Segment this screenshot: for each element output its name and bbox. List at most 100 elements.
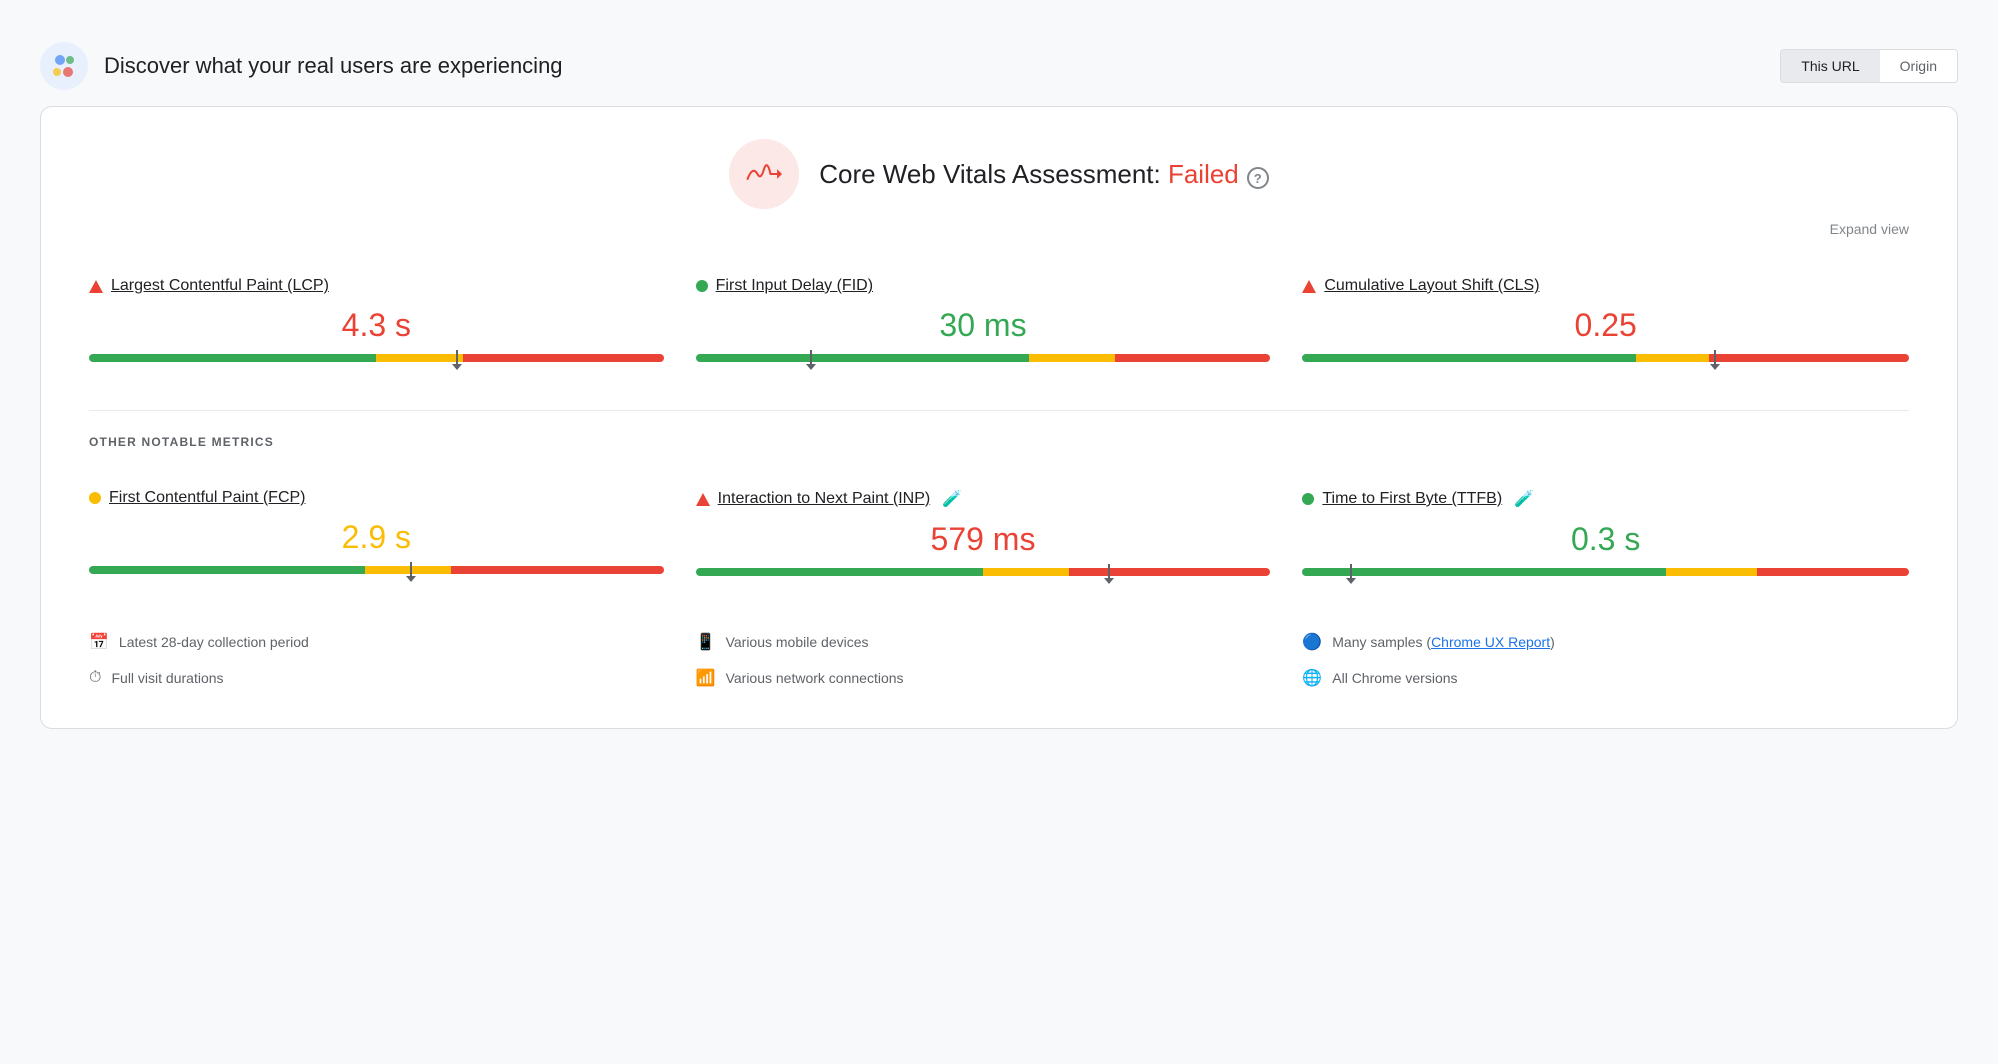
gauge-marker (456, 350, 458, 366)
metric-value-fcp: 2.9 s (89, 519, 664, 556)
gauge-marker (810, 350, 812, 366)
footer-text-1: Various mobile devices (726, 634, 869, 650)
metric-value-ttfb: 0.3 s (1302, 521, 1909, 558)
footer-item-5: 🌐 All Chrome versions (1302, 664, 1909, 692)
flask-icon: 🧪 (942, 489, 962, 509)
header: Discover what your real users are experi… (40, 30, 1958, 106)
gauge-segment (1666, 568, 1757, 576)
footer-text-2: Many samples (Chrome UX Report) (1332, 634, 1555, 650)
metric-item-cls: Cumulative Layout Shift (CLS) 0.25 (1302, 261, 1909, 382)
gauge-bar (1302, 354, 1909, 362)
core-metrics-row: Largest Contentful Paint (LCP) 4.3 s Fir… (89, 261, 1909, 382)
metric-label-inp: Interaction to Next Paint (INP) 🧪 (696, 489, 1271, 509)
gauge-segment (1029, 354, 1115, 362)
header-left: Discover what your real users are experi… (40, 42, 563, 90)
gauge-bar (696, 568, 1271, 576)
gauge-segment (1757, 568, 1909, 576)
gauge-marker (410, 562, 412, 578)
metric-label-text-lcp[interactable]: Largest Contentful Paint (LCP) (111, 277, 329, 295)
page-title: Discover what your real users are experi… (104, 53, 563, 79)
footer-text-4: Various network connections (726, 670, 904, 686)
footer-icon-5: 🌐 (1302, 668, 1322, 688)
assessment-status: Failed (1168, 159, 1239, 189)
help-icon[interactable]: ? (1247, 167, 1269, 189)
status-dot-green (1302, 493, 1314, 505)
gauge-segment (696, 354, 1029, 362)
this-url-button[interactable]: This URL (1781, 50, 1879, 82)
divider (89, 410, 1909, 411)
gauge-segment (1709, 354, 1909, 362)
gauge-segment (696, 568, 983, 576)
other-metrics-label: OTHER NOTABLE METRICS (89, 435, 1909, 449)
metric-item-lcp: Largest Contentful Paint (LCP) 4.3 s (89, 261, 696, 382)
assessment-title: Core Web Vitals Assessment: Failed? (819, 159, 1269, 190)
footer-text-3: Full visit durations (111, 670, 223, 686)
gauge-bar (89, 354, 664, 362)
gauge-segment (89, 566, 365, 574)
footer-text-5: All Chrome versions (1332, 670, 1457, 686)
metric-value-cls: 0.25 (1302, 307, 1909, 344)
footer-icon-1: 📱 (696, 632, 716, 652)
assessment-icon (729, 139, 799, 209)
gauge-segment (376, 354, 462, 362)
gauge-marker (1108, 564, 1110, 580)
metric-label-text-cls[interactable]: Cumulative Layout Shift (CLS) (1324, 277, 1539, 295)
metric-label-text-fcp[interactable]: First Contentful Paint (FCP) (109, 489, 306, 507)
gauge-segment (1302, 568, 1666, 576)
metric-value-fid: 30 ms (696, 307, 1271, 344)
status-dot-orange (89, 492, 101, 504)
footer-item-2: 🔵 Many samples (Chrome UX Report) (1302, 628, 1909, 656)
url-origin-toggle[interactable]: This URL Origin (1780, 49, 1958, 83)
main-card: Core Web Vitals Assessment: Failed? Expa… (40, 106, 1958, 729)
footer-text-0: Latest 28-day collection period (119, 634, 309, 650)
metric-label-cls: Cumulative Layout Shift (CLS) (1302, 277, 1909, 295)
logo-icon (40, 42, 88, 90)
gauge-marker (1350, 564, 1352, 580)
metric-label-fid: First Input Delay (FID) (696, 277, 1271, 295)
metric-label-ttfb: Time to First Byte (TTFB) 🧪 (1302, 489, 1909, 509)
gauge-segment (1636, 354, 1709, 362)
footer-icon-2: 🔵 (1302, 632, 1322, 652)
status-dot-green (696, 280, 708, 292)
footer-icon-0: 📅 (89, 632, 109, 652)
other-metrics-row: First Contentful Paint (FCP) 2.9 s Inter… (89, 473, 1909, 596)
status-triangle-red (89, 280, 103, 293)
gauge-segment (1302, 354, 1636, 362)
gauge-bar (696, 354, 1271, 362)
gauge-segment (1115, 354, 1270, 362)
status-triangle-red (1302, 280, 1316, 293)
flask-icon: 🧪 (1514, 489, 1534, 509)
expand-view-button[interactable]: Expand view (89, 221, 1909, 237)
gauge-segment (451, 566, 664, 574)
metric-label-text-inp[interactable]: Interaction to Next Paint (INP) (718, 490, 931, 508)
metric-item-fid: First Input Delay (FID) 30 ms (696, 261, 1303, 382)
gauge-segment (1069, 568, 1270, 576)
footer-item-1: 📱 Various mobile devices (696, 628, 1303, 656)
chrome-ux-report-link[interactable]: Chrome UX Report (1431, 634, 1550, 650)
page-wrapper: Discover what your real users are experi… (20, 20, 1978, 739)
metric-item-fcp: First Contentful Paint (FCP) 2.9 s (89, 473, 696, 596)
metric-label-text-ttfb[interactable]: Time to First Byte (TTFB) (1322, 490, 1502, 508)
gauge-bar (1302, 568, 1909, 576)
gauge-segment (89, 354, 376, 362)
gauge-bar (89, 566, 664, 574)
footer-item-4: 📶 Various network connections (696, 664, 1303, 692)
metric-item-inp: Interaction to Next Paint (INP) 🧪 579 ms (696, 473, 1303, 596)
origin-button[interactable]: Origin (1880, 50, 1957, 82)
metric-label-lcp: Largest Contentful Paint (LCP) (89, 277, 664, 295)
gauge-segment (463, 354, 664, 362)
footer-icon-3: ⏱ (89, 669, 101, 687)
metric-item-ttfb: Time to First Byte (TTFB) 🧪 0.3 s (1302, 473, 1909, 596)
gauge-segment (983, 568, 1069, 576)
metric-value-lcp: 4.3 s (89, 307, 664, 344)
status-triangle-red (696, 493, 710, 506)
footer-item-0: 📅 Latest 28-day collection period (89, 628, 696, 656)
assessment-header: Core Web Vitals Assessment: Failed? (89, 139, 1909, 209)
assessment-title-prefix: Core Web Vitals Assessment: (819, 159, 1168, 189)
gauge-marker (1714, 350, 1716, 366)
metric-label-text-fid[interactable]: First Input Delay (FID) (716, 277, 873, 295)
footer-icon-4: 📶 (696, 668, 716, 688)
footer-info: 📅 Latest 28-day collection period 📱 Vari… (89, 628, 1909, 692)
metric-label-fcp: First Contentful Paint (FCP) (89, 489, 664, 507)
metric-value-inp: 579 ms (696, 521, 1271, 558)
